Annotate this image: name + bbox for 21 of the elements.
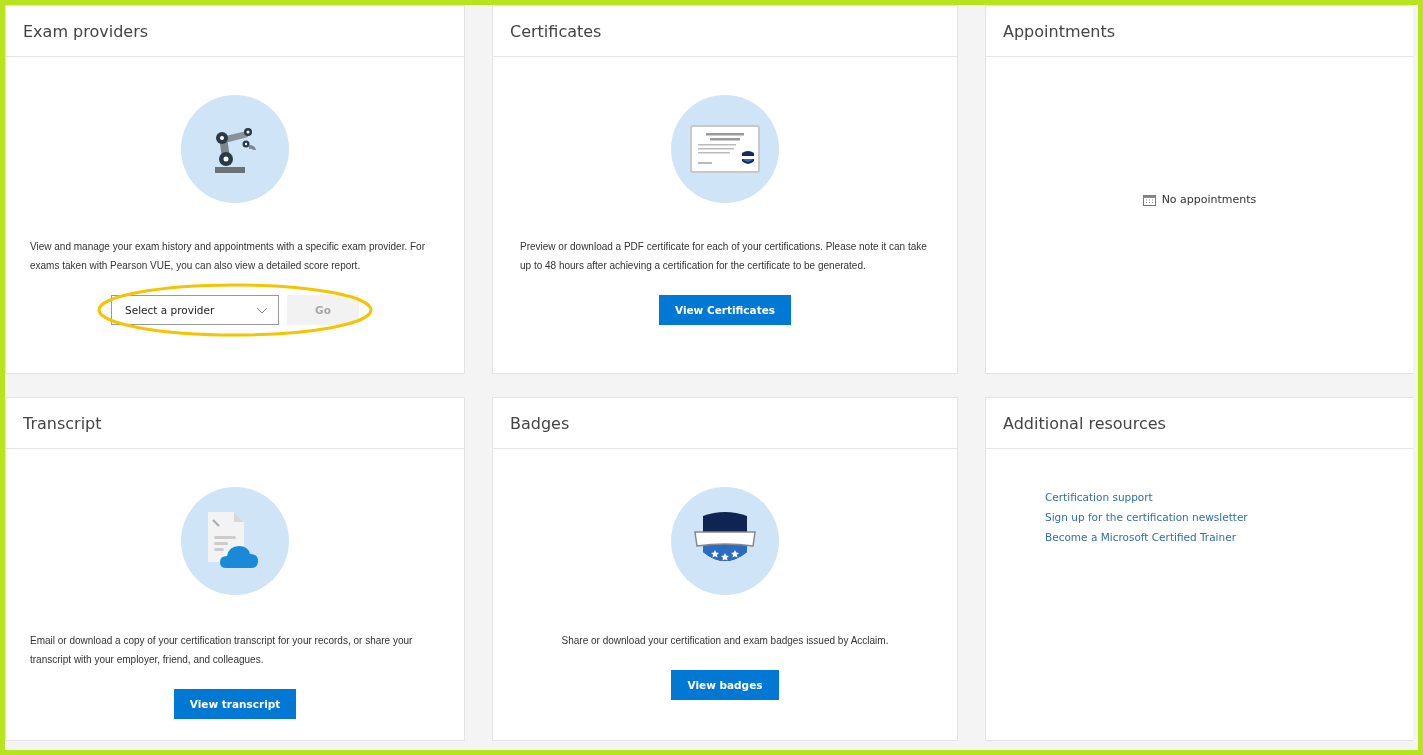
chevron-down-icon [256, 306, 268, 314]
card-title: Appointments [1003, 21, 1116, 41]
calendar-icon [1142, 193, 1156, 206]
card-title: Badges [510, 413, 570, 433]
resource-link[interactable]: Sign up for the certification newsletter [1045, 511, 1248, 523]
card-description: View and manage your exam history and appointments with a specific exam provider. For exams taken with Pearson VUE, you can also view a detailed score report. [29, 240, 426, 273]
card-title: Exam providers [23, 21, 149, 41]
certificate-icon [690, 125, 760, 173]
card-title: Additional resources [1003, 413, 1166, 433]
card-description: Email or download a copy of your certification transcript for your records, or share your transcript with your employer, friend, and colleagues. [29, 634, 414, 667]
card-title: Certificates [510, 21, 602, 41]
action-button[interactable]: View badges [671, 670, 779, 700]
resource-link[interactable]: Certification support [1045, 491, 1153, 503]
card-title: Transcript [23, 413, 102, 433]
action-button[interactable]: View transcript [173, 689, 297, 719]
action-button[interactable]: View Certificates [658, 295, 792, 325]
card-description: Share or download your certification and exam badges issued by Acclaim. [560, 634, 890, 648]
resource-link[interactable]: Become a Microsoft Certified Trainer [1045, 531, 1236, 543]
card-description: Preview or download a PDF certificate for each of your certifications. Please note it can take up to 48 hours after achieving a certification for the certificate to be generated. [519, 240, 928, 273]
provider-dropdown[interactable]: Select a provider [111, 295, 279, 325]
empty-message: No appointments [1161, 193, 1257, 206]
